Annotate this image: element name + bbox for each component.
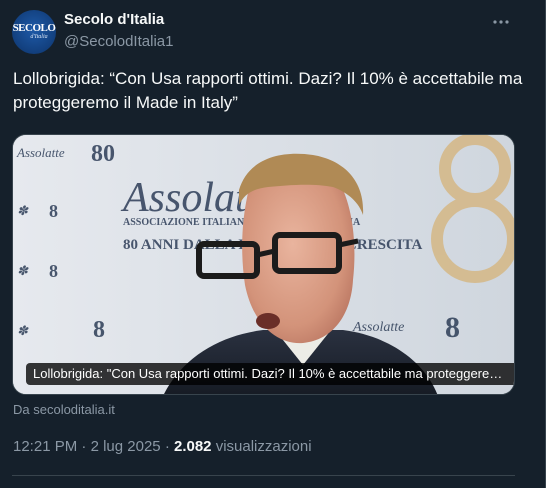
- display-name[interactable]: Secolo d'Italia: [64, 11, 164, 28]
- avatar[interactable]: SECOLO d'Italia: [12, 10, 56, 54]
- card-source-link[interactable]: Da secoloditalia.it: [13, 402, 115, 417]
- user-handle[interactable]: @SecolodItalia1: [64, 33, 173, 50]
- tweet[interactable]: SECOLO d'Italia Secolo d'Italia @Secolod…: [0, 0, 546, 488]
- svg-text:✽: ✽: [17, 203, 29, 218]
- tweet-meta: 12:21 PM · 2 lug 2025 · 2.082 visualizza…: [13, 438, 312, 455]
- meta-separator: ·: [164, 438, 170, 455]
- svg-text:Assolatte: Assolatte: [352, 320, 404, 335]
- tweet-text: Lollobrigida: “Con Usa rapporti ottimi. …: [13, 69, 523, 112]
- backdrop-number: 80: [91, 141, 115, 167]
- divider: [12, 475, 515, 476]
- svg-text:8: 8: [49, 261, 58, 281]
- views-count: 2.082: [173, 438, 212, 455]
- meta-separator: ·: [81, 438, 87, 455]
- views-label: visualizzazioni: [215, 438, 312, 455]
- svg-text:8: 8: [445, 311, 460, 344]
- svg-text:8: 8: [93, 317, 105, 343]
- more-dots-icon: [493, 20, 509, 24]
- backdrop-brand: Assolatte: [16, 145, 65, 160]
- link-card[interactable]: Assolatte 80 ✽ 8 ✽ 8 ✽ 8 Assolatte ASSOC…: [12, 134, 515, 395]
- tweet-date[interactable]: 2 lug 2025: [91, 438, 161, 455]
- card-caption: Lollobrigida: "Con Usa rapporti ottimi. …: [26, 363, 514, 385]
- svg-text:8: 8: [49, 201, 58, 221]
- svg-text:✽: ✽: [17, 263, 29, 278]
- avatar-logo-sub: d'Italia: [30, 34, 48, 40]
- more-options-button[interactable]: [491, 12, 511, 32]
- card-image: Assolatte 80 ✽ 8 ✽ 8 ✽ 8 Assolatte ASSOC…: [13, 135, 514, 394]
- avatar-logo-main: SECOLO: [12, 22, 56, 34]
- tweet-time[interactable]: 12:21 PM: [13, 438, 77, 455]
- svg-text:✽: ✽: [17, 323, 29, 338]
